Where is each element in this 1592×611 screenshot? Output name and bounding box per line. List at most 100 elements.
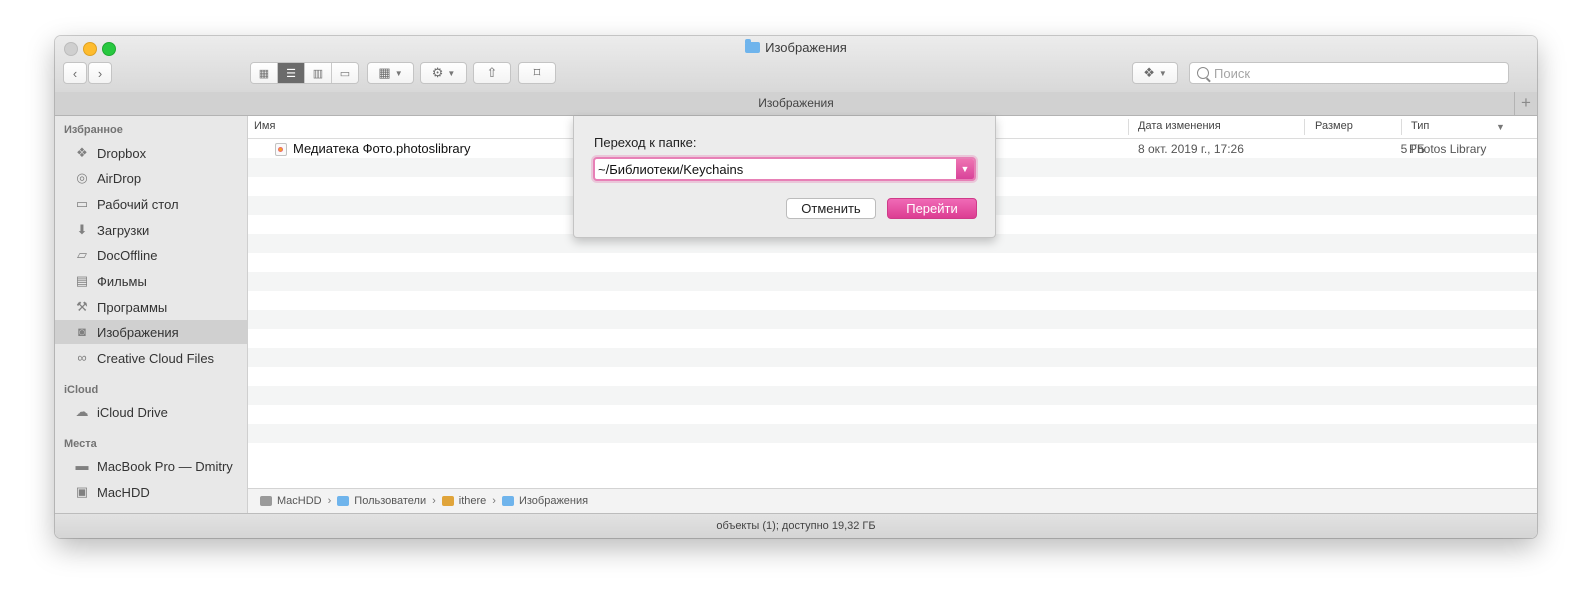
sidebar-item-machdd[interactable]: ▣ MacHDD [55, 480, 247, 504]
gallery-icon: ▭ [339, 67, 351, 80]
folder-path-field[interactable]: ▼ [593, 157, 976, 181]
sidebar-item-icloud-drive[interactable]: ☁ iCloud Drive [55, 400, 247, 424]
breadcrumb-label: Пользователи [354, 495, 427, 507]
empty-row [248, 424, 1537, 443]
sidebar-item-label: Рабочий стол [97, 196, 179, 212]
sidebar-item-desktop[interactable]: ▭ Рабочий стол [55, 192, 247, 216]
group-icon: ▦ [378, 65, 391, 80]
chevron-down-icon: ▼ [447, 68, 456, 78]
column-header-size[interactable]: Размер [1315, 120, 1353, 132]
sidebar-item-label: MacBook Pro — Dmitry [97, 458, 233, 474]
column-header-date[interactable]: Дата изменения [1138, 120, 1221, 132]
breadcrumb-label: MacHDD [277, 495, 322, 507]
go-button[interactable]: Перейти [887, 198, 977, 219]
sidebar-item-label: Программы [97, 299, 168, 315]
column-header-name[interactable]: Имя [254, 120, 275, 132]
window-title-text: Изображения [765, 40, 847, 55]
airdrop-icon: ◎ [76, 170, 88, 185]
columns-icon: ▥ [312, 67, 324, 80]
column-header-kind[interactable]: Тип [1411, 120, 1429, 132]
disk-icon [260, 496, 272, 506]
column-divider[interactable] [1401, 119, 1402, 135]
path-bar: MacHDD › Пользователи › ithere › Изображ… [248, 488, 1537, 513]
column-divider[interactable] [1128, 119, 1129, 135]
path-history-dropdown[interactable]: ▼ [956, 159, 974, 179]
sidebar-item-macbook[interactable]: ▬ MacBook Pro — Dmitry [55, 454, 247, 478]
empty-row [248, 272, 1537, 291]
dropbox-toolbar-button[interactable]: ❖ ▼ [1132, 62, 1178, 84]
cancel-button[interactable]: Отменить [786, 198, 876, 219]
titlebar: Изображения ‹ › ▦ ☰ ▥ ▭ ▦ ▼ ⚙ ▼ ⇧ ⌑ ❖ ▼ [55, 36, 1537, 93]
creative-cloud-icon: ∞ [77, 350, 87, 365]
empty-row [248, 405, 1537, 424]
chevron-right-icon: › [97, 65, 103, 81]
chevron-down-icon: ▼ [960, 164, 970, 174]
chevron-left-icon: ‹ [72, 65, 78, 81]
chevron-down-icon: ▼ [1158, 68, 1167, 78]
sidebar-item-downloads[interactable]: ⬇ Загрузки [55, 218, 247, 242]
grid-icon: ▦ [258, 67, 270, 80]
chevron-right-icon: › [492, 495, 496, 507]
folder-path-input[interactable] [598, 161, 953, 178]
sidebar-item-label: DocOffline [97, 247, 158, 263]
file-name: Медиатека Фото.photoslibrary [293, 141, 471, 156]
breadcrumb-item[interactable]: MacHDD [260, 495, 322, 507]
sidebar-item-label: Изображения [97, 324, 179, 340]
chevron-right-icon: › [432, 495, 436, 507]
applications-icon: ⚒ [76, 299, 88, 314]
file-date: 8 окт. 2019 г., 17:26 [1138, 142, 1244, 156]
empty-row [248, 367, 1537, 386]
folder-icon: ▱ [77, 247, 87, 262]
add-tab-button[interactable]: + [1514, 92, 1537, 115]
sidebar-item-docoffline[interactable]: ▱ DocOffline [55, 243, 247, 267]
empty-row [248, 329, 1537, 348]
icon-view-button[interactable]: ▦ [251, 63, 278, 83]
empty-row [248, 310, 1537, 329]
column-view-button[interactable]: ▥ [305, 63, 332, 83]
list-view-button[interactable]: ☰ [278, 63, 305, 83]
desktop-icon: ▭ [75, 196, 89, 211]
breadcrumb-item[interactable]: Изображения [501, 495, 588, 507]
sidebar-item-label: Creative Cloud Files [97, 350, 215, 366]
gear-icon: ⚙ [431, 65, 444, 80]
status-text: объекты (1); доступно 19,32 ГБ [716, 520, 876, 532]
breadcrumb-label: ithere [458, 495, 487, 507]
sidebar-heading-places: Места [64, 438, 97, 450]
status-bar: объекты (1); доступно 19,32 ГБ [55, 513, 1537, 538]
window-title: Изображения [55, 39, 1537, 55]
breadcrumb-item[interactable]: ithere [441, 495, 487, 507]
downloads-icon: ⬇ [76, 222, 88, 237]
sidebar-item-label: iCloud Drive [97, 404, 168, 420]
back-button[interactable]: ‹ [63, 62, 87, 84]
sidebar-item-creative-cloud[interactable]: ∞ Creative Cloud Files [55, 346, 247, 370]
folder-icon [745, 39, 761, 53]
dropbox-icon: ❖ [76, 145, 88, 160]
sidebar-item-label: AirDrop [97, 170, 142, 186]
photos-library-icon [275, 143, 287, 156]
share-button[interactable]: ⇧ [473, 62, 511, 84]
sidebar-item-label: Фильмы [97, 273, 147, 289]
finder-window: Изображения ‹ › ▦ ☰ ▥ ▭ ▦▼ ⚙▼ ⇧ ⌑ ❖▼ Изо… [55, 36, 1537, 538]
camera-icon: ◙ [78, 324, 86, 339]
search-input[interactable] [1214, 65, 1494, 81]
tags-button[interactable]: ⌑ [518, 62, 556, 84]
disk-icon: ▣ [75, 484, 89, 499]
group-button[interactable]: ▦ ▼ [367, 62, 414, 84]
sidebar-item-movies[interactable]: ▤ Фильмы [55, 269, 247, 293]
sidebar-item-applications[interactable]: ⚒ Программы [55, 295, 247, 319]
sidebar-item-pictures[interactable]: ◙ Изображения [55, 320, 247, 344]
chevron-down-icon[interactable]: ▼ [1496, 122, 1505, 132]
forward-button[interactable]: › [88, 62, 112, 84]
breadcrumb-item[interactable]: Пользователи [337, 495, 426, 507]
search-icon [1197, 67, 1209, 79]
column-divider[interactable] [1304, 119, 1305, 135]
action-button[interactable]: ⚙ ▼ [420, 62, 467, 84]
gallery-view-button[interactable]: ▭ [332, 63, 358, 83]
sidebar-heading-icloud: iCloud [64, 384, 99, 396]
folder-icon [501, 496, 514, 506]
file-kind: Photos Library [1409, 142, 1487, 156]
search-field[interactable] [1189, 62, 1509, 84]
folder-icon [337, 496, 350, 506]
sidebar-item-dropbox[interactable]: ❖ Dropbox [55, 141, 247, 165]
sidebar-item-airdrop[interactable]: ◎ AirDrop [55, 166, 247, 190]
